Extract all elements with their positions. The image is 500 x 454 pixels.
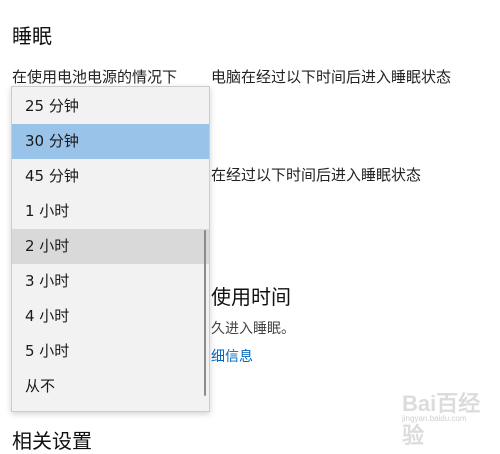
watermark-url: jingyan.baidu.com: [402, 414, 467, 423]
dropdown-scrollbar[interactable]: [204, 230, 206, 396]
plugged-sleep-label-tail: 在经过以下时间后进入睡眠状态: [211, 166, 422, 184]
option-25-min[interactable]: 25 分钟: [12, 89, 209, 124]
option-30-min[interactable]: 30 分钟: [12, 124, 209, 159]
option-45-min[interactable]: 45 分钟: [12, 159, 209, 194]
sleep-time-dropdown[interactable]: 25 分钟 30 分钟 45 分钟 1 小时 2 小时 3 小时 4 小时 5 …: [11, 86, 210, 412]
option-1-hour[interactable]: 1 小时: [12, 194, 209, 229]
option-2-hours[interactable]: 2 小时: [12, 229, 209, 264]
baidu-watermark: Bai百经验 jingyan.baidu.com: [402, 386, 482, 448]
option-4-hours[interactable]: 4 小时: [12, 299, 209, 334]
sleep-section-title: 睡眠: [12, 24, 52, 48]
option-5-hours[interactable]: 5 小时: [12, 334, 209, 369]
sleep-time-options: 25 分钟 30 分钟 45 分钟 1 小时 2 小时 3 小时 4 小时 5 …: [12, 89, 209, 404]
battery-sleep-label: 在使用电池电源的情况下: [12, 68, 178, 86]
details-link[interactable]: 细信息: [211, 346, 253, 366]
option-never[interactable]: 从不: [12, 369, 209, 404]
option-3-hours[interactable]: 3 小时: [12, 264, 209, 299]
battery-sleep-label-tail: 电脑在经过以下时间后进入睡眠状态: [211, 68, 452, 86]
battery-usage-heading: 使用时间: [211, 285, 291, 309]
related-settings-heading: 相关设置: [12, 429, 92, 453]
battery-usage-description: 久进入睡眠。: [211, 321, 295, 337]
